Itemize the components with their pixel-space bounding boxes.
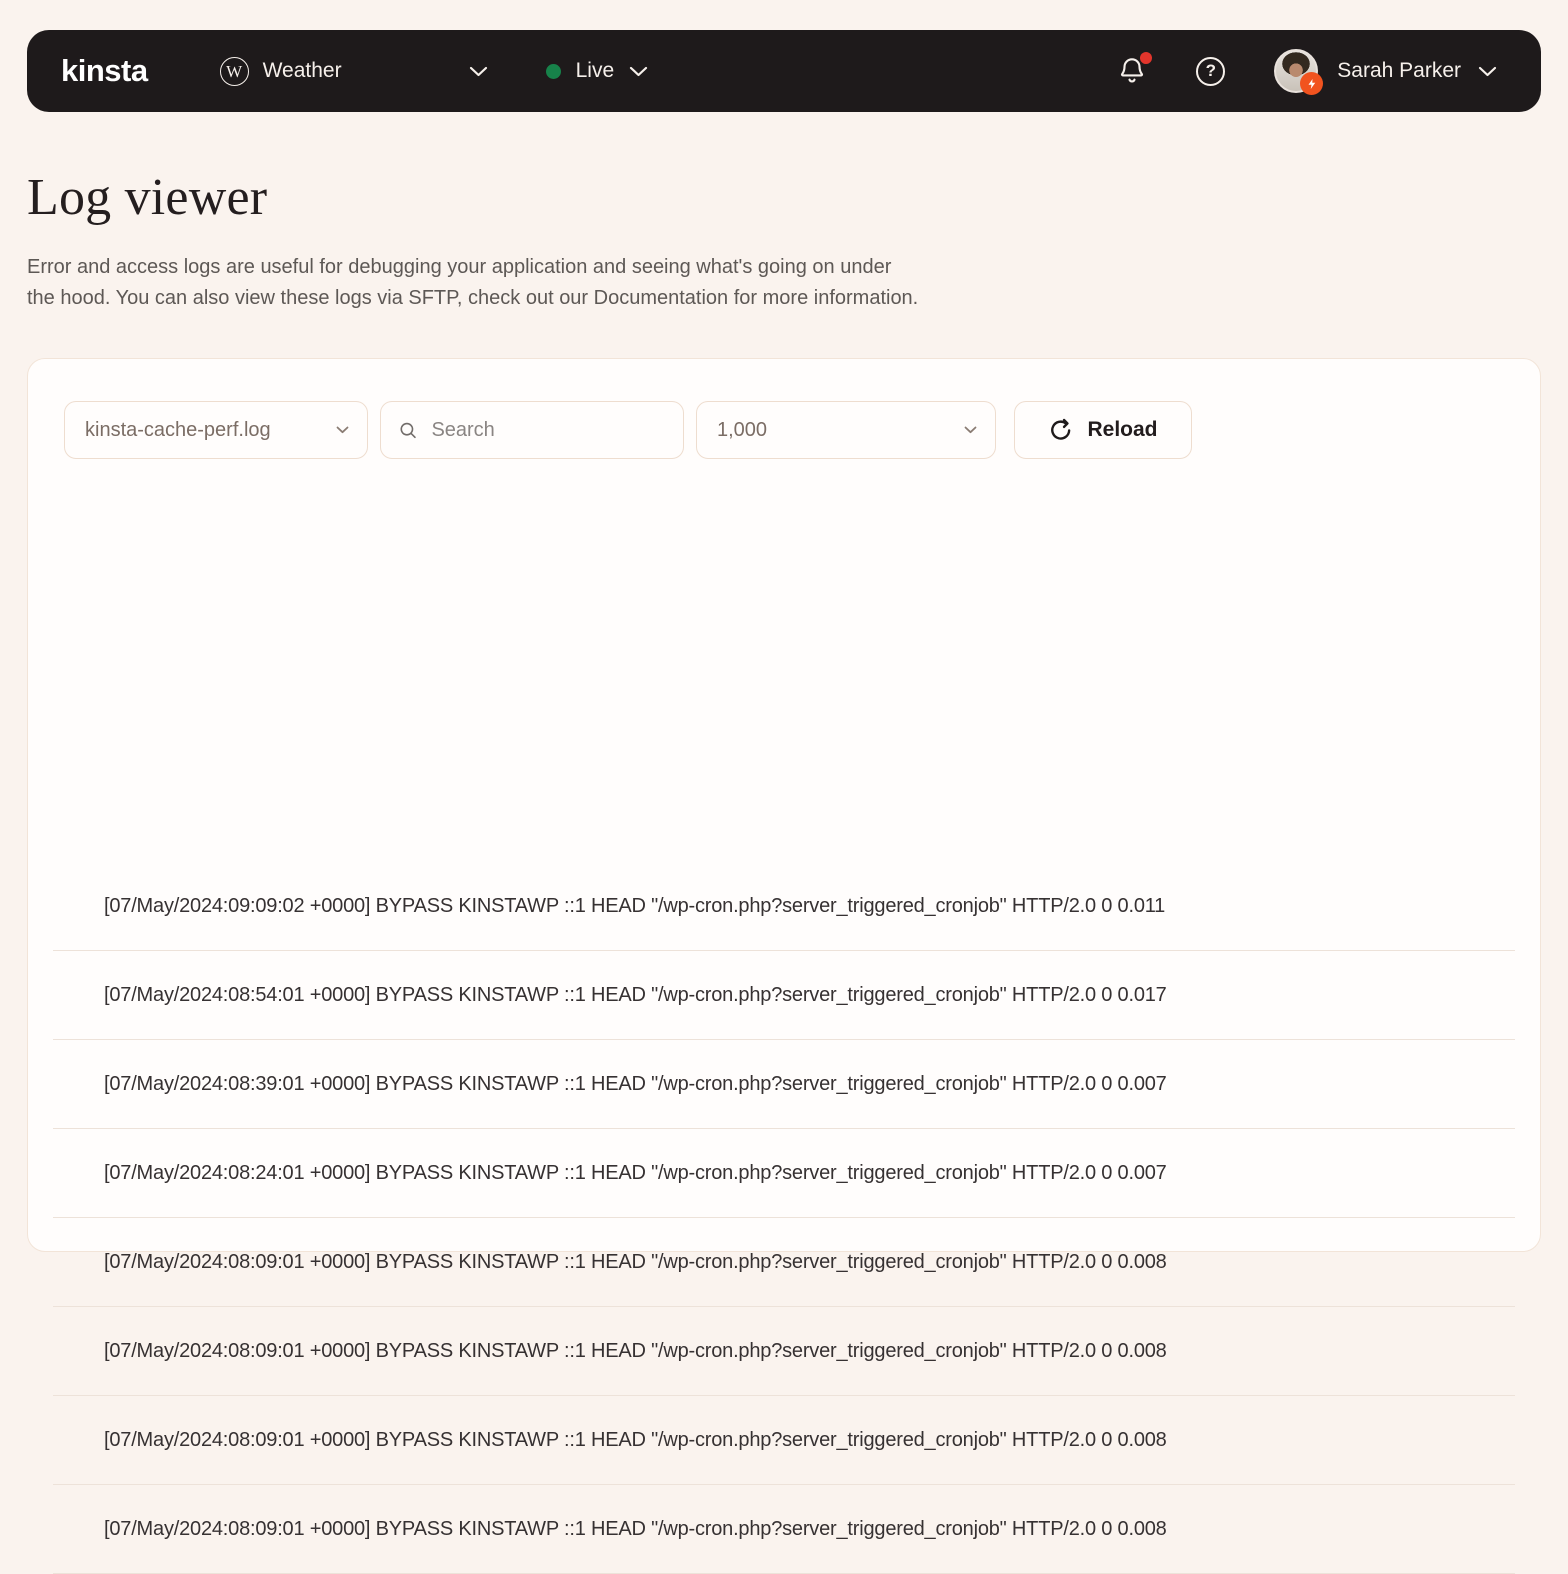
description-line: the hood. You can also view these logs v… bbox=[27, 283, 918, 314]
live-status-dot bbox=[546, 64, 561, 79]
lightning-icon bbox=[1306, 78, 1318, 90]
log-entry-text: [07/May/2024:08:09:01 +0000] BYPASS KINS… bbox=[104, 1429, 1167, 1452]
log-row: [07/May/2024:08:09:01 +0000] BYPASS KINS… bbox=[53, 1396, 1515, 1485]
chevron-down-icon bbox=[1478, 66, 1497, 77]
line-count-select[interactable]: 1,000 bbox=[696, 401, 996, 459]
search-icon bbox=[399, 420, 417, 441]
log-entry-text: [07/May/2024:09:09:02 +0000] BYPASS KINS… bbox=[104, 895, 1165, 918]
environment-label: Live bbox=[576, 59, 615, 83]
site-switcher[interactable]: W Weather bbox=[220, 57, 488, 86]
description-line: Error and access logs are useful for deb… bbox=[27, 252, 918, 283]
chevron-down-icon bbox=[469, 66, 488, 77]
reload-button-label: Reload bbox=[1087, 418, 1157, 442]
log-list: [07/May/2024:09:09:02 +0000] BYPASS KINS… bbox=[53, 862, 1515, 1574]
log-row: [07/May/2024:08:39:01 +0000] BYPASS KINS… bbox=[53, 1040, 1515, 1129]
help-button[interactable]: ? bbox=[1196, 57, 1225, 86]
search-input[interactable] bbox=[431, 419, 665, 442]
avatar-lightning-badge bbox=[1300, 72, 1323, 95]
log-entry-text: [07/May/2024:08:09:01 +0000] BYPASS KINS… bbox=[104, 1340, 1167, 1363]
chevron-down-icon bbox=[629, 66, 648, 77]
line-count-select-value: 1,000 bbox=[717, 419, 767, 442]
log-row: [07/May/2024:08:24:01 +0000] BYPASS KINS… bbox=[53, 1129, 1515, 1218]
notifications-button[interactable] bbox=[1117, 56, 1147, 86]
chevron-down-icon bbox=[964, 426, 977, 434]
page-title: Log viewer bbox=[27, 168, 267, 227]
site-name-label: Weather bbox=[263, 59, 342, 83]
notification-badge bbox=[1140, 52, 1152, 64]
log-controls: kinsta-cache-perf.log 1,000 Reload bbox=[64, 401, 1192, 459]
log-row: [07/May/2024:08:09:01 +0000] BYPASS KINS… bbox=[53, 1307, 1515, 1396]
reload-icon bbox=[1048, 418, 1073, 443]
log-file-select[interactable]: kinsta-cache-perf.log bbox=[64, 401, 368, 459]
wordpress-icon: W bbox=[220, 57, 249, 86]
log-entry-text: [07/May/2024:08:39:01 +0000] BYPASS KINS… bbox=[104, 1073, 1167, 1096]
log-row: [07/May/2024:08:09:01 +0000] BYPASS KINS… bbox=[53, 1218, 1515, 1307]
kinsta-logo[interactable]: kinsta bbox=[61, 53, 148, 89]
log-viewer-card: kinsta-cache-perf.log 1,000 Reload [07/M… bbox=[27, 358, 1541, 1252]
user-menu[interactable]: Sarah Parker bbox=[1274, 49, 1497, 93]
log-entry-text: [07/May/2024:08:09:01 +0000] BYPASS KINS… bbox=[104, 1518, 1167, 1541]
top-navbar: kinsta W Weather Live ? bbox=[27, 30, 1541, 112]
help-icon: ? bbox=[1196, 57, 1225, 86]
log-row: [07/May/2024:08:54:01 +0000] BYPASS KINS… bbox=[53, 951, 1515, 1040]
log-entry-text: [07/May/2024:08:09:01 +0000] BYPASS KINS… bbox=[104, 1251, 1167, 1274]
log-file-select-value: kinsta-cache-perf.log bbox=[85, 419, 271, 442]
avatar bbox=[1274, 49, 1318, 93]
page-description: Error and access logs are useful for deb… bbox=[27, 252, 918, 314]
log-row: [07/May/2024:09:09:02 +0000] BYPASS KINS… bbox=[53, 862, 1515, 951]
chevron-down-icon bbox=[336, 426, 349, 434]
log-row: [07/May/2024:08:09:01 +0000] BYPASS KINS… bbox=[53, 1485, 1515, 1574]
environment-switcher[interactable]: Live bbox=[546, 59, 649, 83]
reload-button[interactable]: Reload bbox=[1014, 401, 1192, 459]
log-entry-text: [07/May/2024:08:54:01 +0000] BYPASS KINS… bbox=[104, 984, 1167, 1007]
log-entry-text: [07/May/2024:08:24:01 +0000] BYPASS KINS… bbox=[104, 1162, 1167, 1185]
user-name: Sarah Parker bbox=[1337, 59, 1461, 83]
search-box bbox=[380, 401, 684, 459]
